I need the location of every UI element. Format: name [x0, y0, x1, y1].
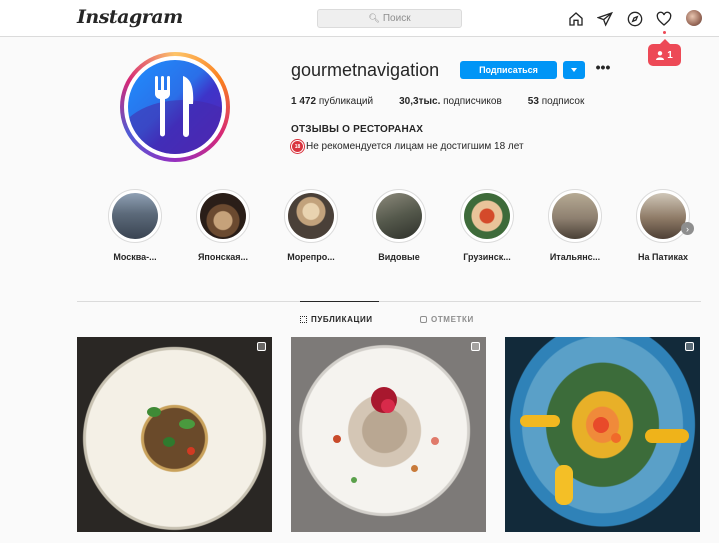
profile-avatar-icon[interactable]	[686, 10, 702, 26]
highlight-cover	[376, 193, 422, 239]
subscribe-button[interactable]: Подписаться	[460, 61, 557, 79]
tabs-divider	[77, 301, 701, 302]
tagged-icon	[420, 316, 427, 323]
active-tab-indicator	[300, 301, 379, 302]
profile-username: gourmetnavigation	[291, 60, 440, 80]
instagram-logo[interactable]: Instagram	[77, 6, 183, 28]
highlight-label: Грузинск...	[463, 252, 511, 262]
chevron-down-icon	[571, 68, 577, 72]
person-icon	[656, 50, 665, 60]
follow-notification-badge[interactable]: 1	[648, 31, 681, 66]
fork-knife-icon	[155, 76, 194, 137]
tab-tagged[interactable]: ОТМЕТКИ	[420, 315, 474, 324]
home-icon[interactable]	[567, 10, 584, 27]
highlight-label: На Патиках	[638, 252, 688, 262]
notification-count: 1	[667, 49, 673, 61]
profile-picture	[128, 60, 222, 154]
bio-line-text: Не рекомендуется лицам не достигшим 18 л…	[306, 141, 524, 152]
multi-photo-icon	[471, 342, 480, 351]
multi-photo-icon	[685, 342, 694, 351]
posts-count: 1 472 публикаций	[291, 96, 374, 107]
direct-messages-icon[interactable]	[596, 10, 613, 27]
highlight-cover	[640, 193, 686, 239]
highlight-cover	[464, 193, 510, 239]
bio-text: 18 Не рекомендуется лицам не достигшим 1…	[291, 140, 524, 153]
post-thumbnail[interactable]	[505, 337, 700, 532]
highlight-cover	[288, 193, 334, 239]
following-count[interactable]: 53 подписок	[528, 96, 585, 107]
grid-icon	[300, 316, 307, 323]
highlight-cover	[552, 193, 598, 239]
bio-title: ОТЗЫВЫ О РЕСТОРАНАХ	[291, 124, 424, 135]
story-highlight[interactable]: Москва-...	[107, 189, 163, 262]
highlight-label: Видовые	[378, 252, 420, 262]
profile-picture-ring[interactable]	[120, 52, 230, 162]
story-highlight[interactable]: Грузинск...	[459, 189, 515, 262]
highlight-label: Москва-...	[113, 252, 157, 262]
highlight-label: Морепро...	[287, 252, 335, 262]
story-highlight[interactable]: Морепро...	[283, 189, 339, 262]
post-thumbnail[interactable]	[291, 337, 486, 532]
profile-stats: 1 472 публикаций 30,3тыс. подписчиков 53…	[291, 96, 610, 107]
top-navigation-bar: Instagram 🔍︎ Поиск	[0, 0, 719, 37]
highlights-next-arrow-icon[interactable]: ›	[681, 222, 694, 235]
activity-heart-icon[interactable]	[655, 10, 672, 27]
explore-compass-icon[interactable]	[626, 10, 643, 27]
followers-count[interactable]: 30,3тыс. подписчиков	[399, 96, 502, 107]
more-options-icon[interactable]: •••	[594, 60, 612, 77]
post-thumbnail[interactable]	[77, 337, 272, 532]
suggestions-dropdown-button[interactable]	[563, 61, 585, 79]
search-input[interactable]: 🔍︎ Поиск	[317, 9, 462, 28]
story-highlight[interactable]: Видовые	[371, 189, 427, 262]
highlight-cover	[112, 193, 158, 239]
multi-photo-icon	[257, 342, 266, 351]
story-highlight[interactable]: Итальянс...	[547, 189, 603, 262]
tab-publications[interactable]: ПУБЛИКАЦИИ	[300, 315, 373, 324]
highlight-label: Японская...	[197, 252, 249, 262]
search-placeholder: Поиск	[382, 13, 411, 24]
notification-dot	[663, 31, 666, 34]
story-highlight[interactable]: Японская...	[195, 189, 251, 262]
search-icon: 🔍︎	[368, 13, 380, 23]
age-restriction-icon: 18	[291, 140, 304, 153]
highlight-cover	[200, 193, 246, 239]
highlight-label: Итальянс...	[549, 252, 601, 262]
